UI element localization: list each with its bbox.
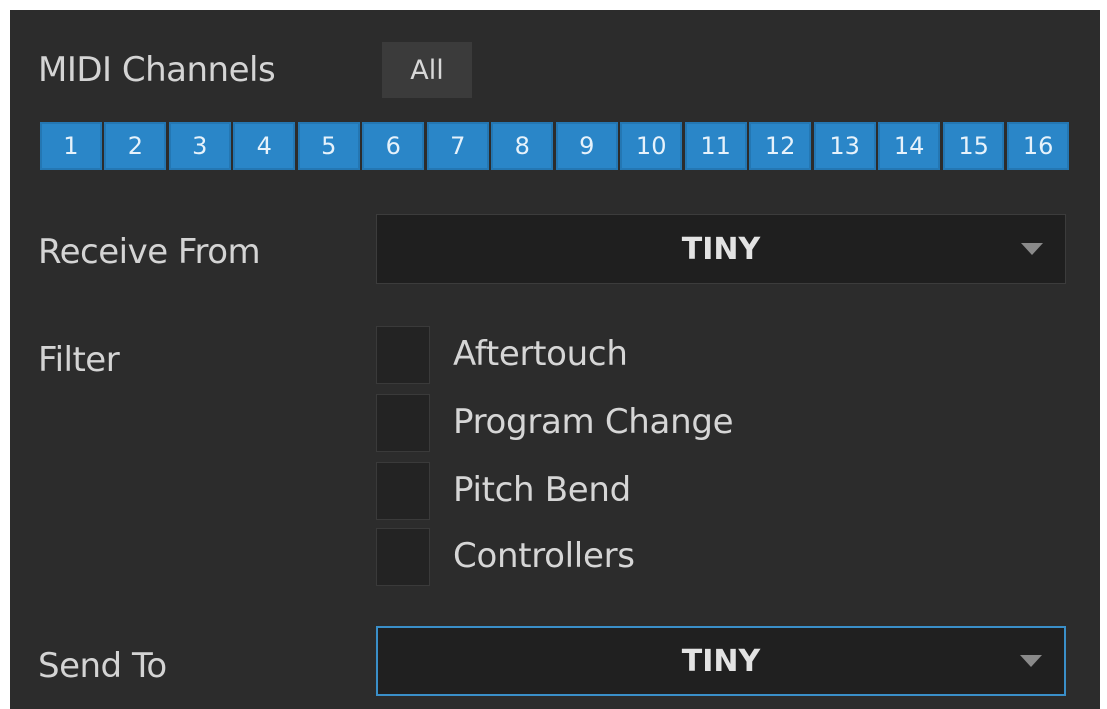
channel-button-8[interactable]: 8 — [491, 122, 554, 170]
channel-button-14[interactable]: 14 — [878, 122, 940, 170]
channel-button-13[interactable]: 13 — [813, 122, 876, 170]
midi-settings-panel: MIDI Channels All 1 2 3 4 5 6 7 8 9 10 1… — [10, 10, 1100, 709]
filter-label: Filter — [38, 340, 120, 380]
filter-option-aftertouch[interactable]: Aftertouch — [376, 326, 976, 392]
pitch-bend-label: Pitch Bend — [453, 470, 631, 510]
filter-option-program-change[interactable]: Program Change — [376, 394, 976, 460]
channel-button-2[interactable]: 2 — [104, 122, 167, 170]
aftertouch-label: Aftertouch — [453, 334, 628, 374]
channel-button-7[interactable]: 7 — [426, 122, 489, 170]
send-to-label: Send To — [38, 646, 167, 686]
controllers-checkbox[interactable] — [376, 528, 430, 586]
channel-button-1[interactable]: 1 — [40, 122, 102, 170]
aftertouch-checkbox[interactable] — [376, 326, 430, 384]
channel-button-15[interactable]: 15 — [942, 122, 1005, 170]
receive-from-value: TINY — [681, 231, 761, 267]
midi-channels-label: MIDI Channels — [38, 50, 276, 90]
all-channels-button[interactable]: All — [382, 42, 472, 98]
chevron-down-icon — [1020, 655, 1042, 667]
channel-button-5[interactable]: 5 — [297, 122, 360, 170]
filter-option-controllers[interactable]: Controllers — [376, 528, 976, 594]
send-to-dropdown[interactable]: TINY — [376, 626, 1066, 696]
chevron-down-icon — [1021, 243, 1043, 255]
channel-button-12[interactable]: 12 — [749, 122, 812, 170]
channel-button-9[interactable]: 9 — [555, 122, 618, 170]
channel-button-3[interactable]: 3 — [168, 122, 231, 170]
channel-button-16[interactable]: 16 — [1007, 122, 1069, 170]
channel-selector: 1 2 3 4 5 6 7 8 9 10 11 12 13 14 15 16 — [40, 122, 1069, 170]
program-change-checkbox[interactable] — [376, 394, 430, 452]
channel-button-6[interactable]: 6 — [362, 122, 425, 170]
filter-option-pitch-bend[interactable]: Pitch Bend — [376, 462, 976, 528]
receive-from-label: Receive From — [38, 232, 261, 272]
channel-button-10[interactable]: 10 — [620, 122, 683, 170]
program-change-label: Program Change — [453, 402, 734, 442]
receive-from-dropdown[interactable]: TINY — [376, 214, 1066, 284]
pitch-bend-checkbox[interactable] — [376, 462, 430, 520]
send-to-value: TINY — [681, 643, 761, 679]
channel-button-11[interactable]: 11 — [684, 122, 747, 170]
controllers-label: Controllers — [453, 536, 635, 576]
channel-button-4[interactable]: 4 — [233, 122, 296, 170]
